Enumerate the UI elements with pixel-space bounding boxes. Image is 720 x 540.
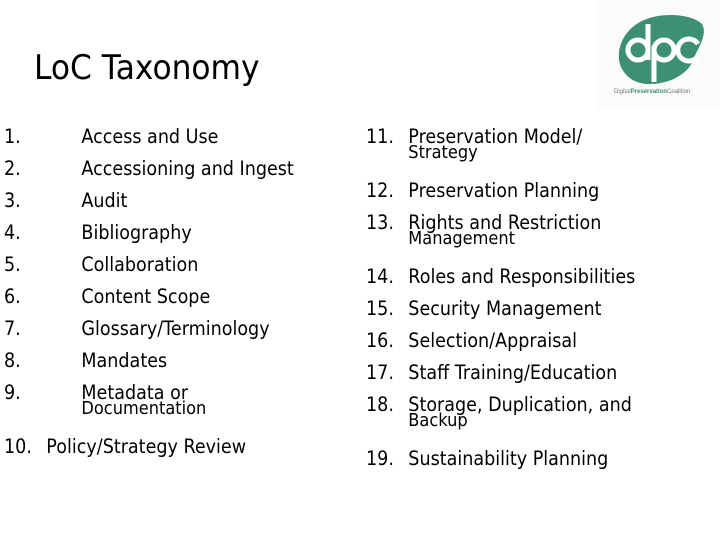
list-item-number: 4. bbox=[4, 221, 21, 244]
list-item-text: Metadata or Documentation bbox=[81, 383, 301, 418]
list-item-number: 7. bbox=[4, 317, 21, 340]
list-item-line: Staff Training/Education bbox=[408, 361, 618, 384]
list-item: 4. Bibliography bbox=[4, 223, 301, 255]
list-item-line: Security Management bbox=[408, 297, 602, 320]
list-item-number: 19. bbox=[366, 447, 394, 470]
list-item-number: 14. bbox=[366, 265, 394, 288]
list-item-text: Glossary/Terminology bbox=[81, 319, 301, 339]
list-item-line: Content Scope bbox=[81, 285, 211, 308]
list-item-text: Staff Training/Education bbox=[408, 363, 672, 383]
list-item-text: Security Management bbox=[408, 299, 672, 319]
list-item-number: 2. bbox=[4, 157, 21, 180]
logo-blob bbox=[618, 15, 704, 85]
list-item-number: 10. bbox=[4, 435, 32, 458]
list-item-line: Mandates bbox=[81, 349, 168, 372]
list-item-number: 5. bbox=[4, 253, 21, 276]
list-item-text: Roles and Responsibilities bbox=[408, 267, 672, 287]
taxonomy-list-right: 11. Preservation Model/Strategy 12. Preserv… bbox=[366, 127, 672, 481]
dpc-logo: DigitalPreservationCoalition bbox=[596, 0, 720, 108]
list-item-line: Collaboration bbox=[81, 253, 199, 276]
list-item-line: Preservation Planning bbox=[408, 179, 600, 202]
list-item-text: Storage, Duplication, and Backup bbox=[408, 395, 672, 430]
list-item: 8. Mandates bbox=[4, 351, 301, 383]
logo-caption: DigitalPreservationCoalition bbox=[614, 89, 691, 95]
list-item-text: Access and Use bbox=[81, 127, 301, 147]
list-item-text: Sustainability Planning bbox=[408, 449, 672, 469]
list-item-line: Policy/Strategy Review bbox=[46, 435, 247, 458]
list-item-line: Access and Use bbox=[81, 125, 219, 148]
list-item: 5. Collaboration bbox=[4, 255, 301, 287]
list-item-number: 17. bbox=[366, 361, 394, 384]
list-item: 10. Policy/Strategy Review bbox=[4, 437, 301, 469]
list-item: 19. Sustainability Planning bbox=[366, 449, 672, 481]
taxonomy-list-left: 1. Access and Use 2. Accessioning and Inges… bbox=[4, 127, 301, 469]
list-item: 15. Security Management bbox=[366, 299, 672, 331]
list-item: 16. Selection/Appraisal bbox=[366, 331, 672, 363]
list-item-text: Collaboration bbox=[81, 255, 301, 275]
list-item: 7. Glossary/Terminology bbox=[4, 319, 301, 351]
list-item-number: 1. bbox=[4, 125, 21, 148]
list-item-number: 18. bbox=[366, 393, 394, 416]
list-item-text: Preservation Planning bbox=[408, 181, 672, 201]
list-item-text: Policy/Strategy Review bbox=[46, 437, 301, 457]
list-item: 14. Roles and Responsibilities bbox=[366, 267, 672, 299]
list-item: 17. Staff Training/Education bbox=[366, 363, 672, 395]
list-item-line: Glossary/Terminology bbox=[81, 317, 270, 340]
list-item-number: 3. bbox=[4, 189, 21, 212]
dpc-logo-icon bbox=[618, 15, 704, 85]
list-item: 1. Access and Use bbox=[4, 127, 301, 159]
list-item-text: Rights and Restriction Management bbox=[408, 213, 672, 248]
list-item: 9. Metadata or Documentation bbox=[4, 383, 301, 437]
list-item-text: Bibliography bbox=[81, 223, 301, 243]
list-item-line: Selection/Appraisal bbox=[408, 329, 578, 352]
list-item-line: Sustainability Planning bbox=[408, 447, 609, 470]
list-item-number: 13. bbox=[366, 211, 394, 234]
list-item-text: Accessioning and Ingest bbox=[81, 159, 301, 179]
list-item: 12. Preservation Planning bbox=[366, 181, 672, 213]
list-item-line: Accessioning and Ingest bbox=[81, 157, 294, 180]
list-item-number: 8. bbox=[4, 349, 21, 372]
list-item-text: Audit bbox=[81, 191, 301, 211]
list-item-line: Bibliography bbox=[81, 221, 192, 244]
list-item: 13. Rights and Restriction Management bbox=[366, 213, 672, 267]
list-item-number: 15. bbox=[366, 297, 394, 320]
list-item-number: 12. bbox=[366, 179, 394, 202]
list-item-text: Mandates bbox=[81, 351, 301, 371]
list-item-continuation: Documentation bbox=[81, 397, 207, 419]
list-item-number: 11. bbox=[366, 125, 394, 148]
slide-title: LoC Taxonomy bbox=[34, 48, 260, 88]
list-item: 18. Storage, Duplication, and Backup bbox=[366, 395, 672, 449]
list-item-number: 6. bbox=[4, 285, 21, 308]
list-item: 6. Content Scope bbox=[4, 287, 301, 319]
list-item-line: Roles and Responsibilities bbox=[408, 265, 636, 288]
list-item: 3. Audit bbox=[4, 191, 301, 223]
list-item-number: 16. bbox=[366, 329, 394, 352]
list-item-text: Selection/Appraisal bbox=[408, 331, 672, 351]
list-item-line: Audit bbox=[81, 189, 128, 212]
list-item: 2. Accessioning and Ingest bbox=[4, 159, 301, 191]
list-item-text: Preservation Model/Strategy bbox=[408, 127, 672, 162]
list-item-number: 9. bbox=[4, 381, 21, 404]
list-item-text: Content Scope bbox=[81, 287, 301, 307]
list-item: 11. Preservation Model/Strategy bbox=[366, 127, 672, 181]
